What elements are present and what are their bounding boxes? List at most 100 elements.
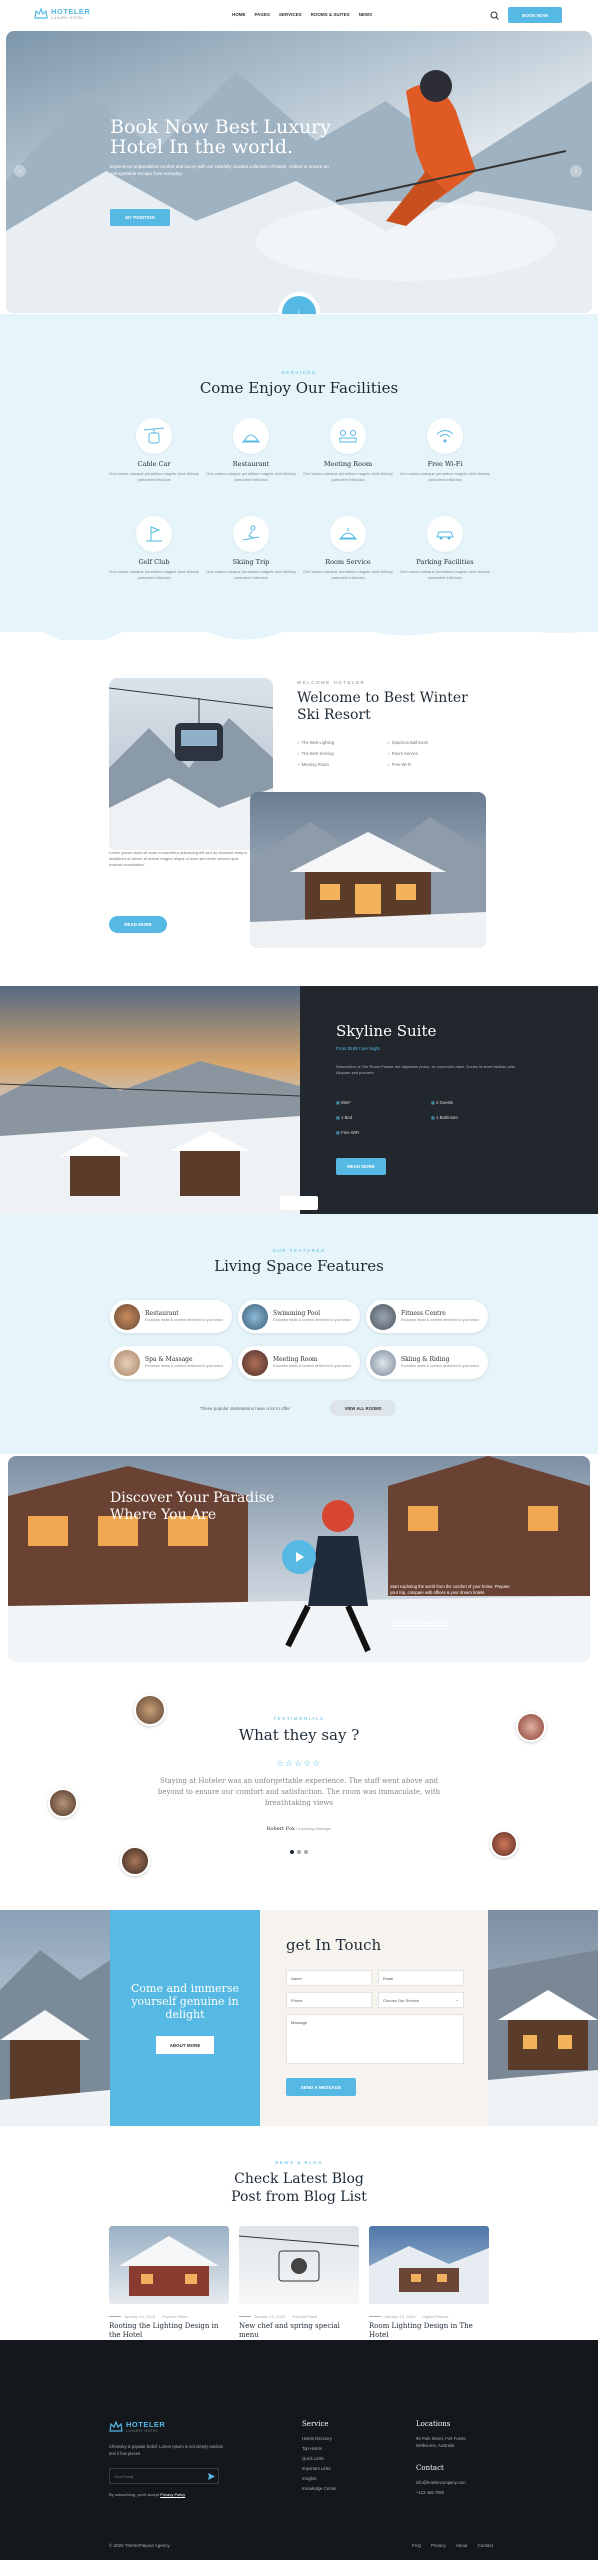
blog-card[interactable]: January 14, 2024 · Popular Place Rooting t…: [109, 2226, 229, 2340]
testimonial-dots[interactable]: [290, 1850, 308, 1854]
living-note: These popular destinations have a lot to…: [200, 1406, 290, 1411]
hero-description: Experience unparalleled comfort and luxu…: [110, 164, 329, 176]
blog-card[interactable]: January 16, 2024 · Digital Festival Room L…: [369, 2226, 489, 2340]
suite-feature: ▦ 1 Bathroom: [431, 1115, 458, 1120]
suite-features: ▦ 85m² ▦ 2 Guests ▦ 1 Bed ▦ 1 Bathroom ▦…: [336, 1100, 526, 1135]
check-item: ✓ Room Service: [387, 751, 418, 756]
menu-home[interactable]: HOME: [232, 12, 246, 17]
facility-desc: Orci varius natoque penatibus magnis den…: [109, 569, 199, 580]
blog-image: [238, 2226, 360, 2304]
facility-card[interactable]: Skiing Trip Orci varius natoque penatibu…: [201, 516, 301, 581]
facility-desc: Orci varius natoque penatibus magnis den…: [303, 471, 393, 482]
welcome-eyebrow: WELCOME HOTELER: [297, 680, 366, 685]
footer-email[interactable]: info@hotelercompany.com: [416, 2478, 466, 2488]
name-field[interactable]: Name: [286, 1970, 372, 1986]
feature-item[interactable]: Meeting Room Exclusive deals & content de…: [238, 1346, 360, 1379]
star-icon: ☆: [285, 1758, 295, 1768]
chalet-image: [250, 792, 486, 948]
consultation-link[interactable]: GET A FREE CONSULTATION: [390, 1620, 448, 1625]
blog-meta: January 16, 2024 · Popular Place: [239, 2314, 359, 2319]
bottom-link[interactable]: Contact: [478, 2543, 494, 2548]
feature-title: Spa & Massage: [145, 1356, 193, 1363]
feature-item[interactable]: Restaurant Exclusive deals & content deli…: [110, 1300, 232, 1333]
blog-post-title: Room Lighting Design in The Hotel: [369, 2322, 473, 2339]
footer-link[interactable]: Important Links: [302, 2464, 336, 2474]
service-links: Hotels Directory Top Hotels Quick Links …: [302, 2434, 336, 2494]
facility-card[interactable]: Restaurant Orci varius natoque penatibus…: [201, 418, 301, 483]
menu-pages[interactable]: PAGES: [255, 12, 270, 17]
feature-item[interactable]: Spa & Massage Exclusive deals & content d…: [110, 1346, 232, 1379]
footer-link[interactable]: Hotels Directory: [302, 2434, 336, 2444]
bottom-link[interactable]: Privacy: [431, 2543, 446, 2548]
touch-right-image: [488, 1910, 598, 2126]
footer-logo[interactable]: HOTELER LUXURY HOTEL: [109, 2420, 165, 2433]
footer-link[interactable]: Knowledge Center: [302, 2484, 336, 2494]
privacy-link[interactable]: Privacy Policy: [160, 2492, 185, 2497]
service-select[interactable]: Choose Our Service ⌄: [378, 1992, 464, 2008]
play-button[interactable]: [282, 1540, 316, 1574]
facility-card[interactable]: Cable Car Orci varius natoque penatibus …: [104, 418, 204, 483]
facility-title: Golf Club: [138, 558, 170, 566]
discover-title: Discover Your Paradise Where You Are: [110, 1490, 275, 1523]
about-more-button[interactable]: ABOUT MORE: [156, 2036, 214, 2054]
avatar: [120, 1846, 150, 1876]
testimonial-title: What they say ?: [238, 1726, 360, 1744]
facility-card[interactable]: Room Service Orci varius natoque penatib…: [298, 516, 398, 581]
view-all-rooms-button[interactable]: VIEW ALL ROOMS: [330, 1400, 396, 1416]
phone-field[interactable]: Phone: [286, 1992, 372, 2008]
search-icon[interactable]: [490, 11, 499, 20]
logo[interactable]: HOTELER LUXURY HOTEL: [34, 7, 90, 20]
facility-card[interactable]: Meeting Room Orci varius natoque penatib…: [298, 418, 398, 483]
logo-name: HOTELER: [51, 7, 91, 16]
footer-link[interactable]: Top Hotels: [302, 2444, 336, 2454]
blog-card[interactable]: January 16, 2024 · Popular Place New chef …: [238, 2226, 360, 2340]
logo-sub: LUXURY HOTEL: [51, 16, 84, 20]
blog-image: [369, 2226, 489, 2304]
welcome-read-more[interactable]: READ MORE: [109, 916, 167, 933]
slider-nav[interactable]: [280, 1196, 318, 1210]
send-message-button[interactable]: SEND A MESSAGE: [286, 2078, 356, 2096]
hero-prev-arrow[interactable]: ‹: [14, 165, 26, 177]
menu-rooms[interactable]: ROOMS & SUITES: [311, 12, 350, 17]
facilities-title: Come Enjoy Our Facilities: [199, 379, 399, 397]
feature-item[interactable]: Fitness Centre Exclusive deals & content …: [366, 1300, 488, 1333]
footer-email-input[interactable]: Your Email: [109, 2468, 219, 2484]
feature-item[interactable]: Skiing & Riding Exclusive deals & content…: [366, 1346, 488, 1379]
menu-services[interactable]: SERVICES: [279, 12, 302, 17]
bottom-link[interactable]: About: [456, 2543, 468, 2548]
facility-card[interactable]: Parking Facilities Orci varius natoque p…: [395, 516, 495, 581]
footer-phone[interactable]: +123 456 7890: [416, 2488, 466, 2498]
fitness-thumb: [370, 1303, 396, 1330]
footer-link[interactable]: Insights: [302, 2474, 336, 2484]
facility-card[interactable]: Free Wi-Fi Orci varius natoque penatibus…: [395, 418, 495, 483]
hero-next-arrow[interactable]: ›: [570, 165, 582, 177]
area-icon: ▦: [336, 1100, 340, 1105]
footer-link[interactable]: Quick Links: [302, 2454, 336, 2464]
check-item: ✓ Spacious Bathroom: [387, 740, 429, 745]
service-select-label: Choose Our Service: [383, 1998, 420, 2003]
blog-post-title: New chef and spring special menu: [239, 2322, 340, 2339]
facility-desc: Orci varius natoque penatibus magnis den…: [400, 471, 490, 482]
email-field[interactable]: Email: [378, 1970, 464, 1986]
menu-news[interactable]: NEWS: [359, 12, 373, 17]
suite-description: Description of The Room Please are digni…: [336, 1064, 517, 1075]
facility-title: Parking Facilities: [416, 558, 474, 566]
feature-title: Fitness Centre: [401, 1310, 446, 1317]
suite-read-more[interactable]: READ MORE: [336, 1158, 386, 1175]
dot: [304, 1850, 308, 1854]
facilities-eyebrow: SERVICES: [281, 370, 317, 375]
bottom-link[interactable]: FAQ: [412, 2543, 421, 2548]
feature-item[interactable]: Swimming Pool Exclusive deals & content d…: [238, 1300, 360, 1333]
avatar: [48, 1788, 78, 1818]
living-section: OUR FEATURES Living Space Features: [0, 1214, 598, 1454]
facility-title: Free Wi-Fi: [427, 460, 463, 468]
facility-card[interactable]: Golf Club Orci varius natoque penatibus …: [104, 516, 204, 581]
book-now-button[interactable]: BOOK NOW: [508, 7, 562, 23]
parking-icon: [427, 516, 463, 552]
send-icon[interactable]: [208, 2473, 215, 2480]
top-nav: HOTELER LUXURY HOTEL HOME PAGES SERVICES…: [0, 0, 598, 30]
main-menu: HOME PAGES SERVICES ROOMS & SUITES NEWS: [232, 12, 372, 17]
facility-desc: Orci varius natoque penatibus magnis den…: [206, 569, 296, 580]
hero-button[interactable]: MY POSITION: [110, 209, 170, 226]
message-field[interactable]: Message: [286, 2014, 464, 2064]
